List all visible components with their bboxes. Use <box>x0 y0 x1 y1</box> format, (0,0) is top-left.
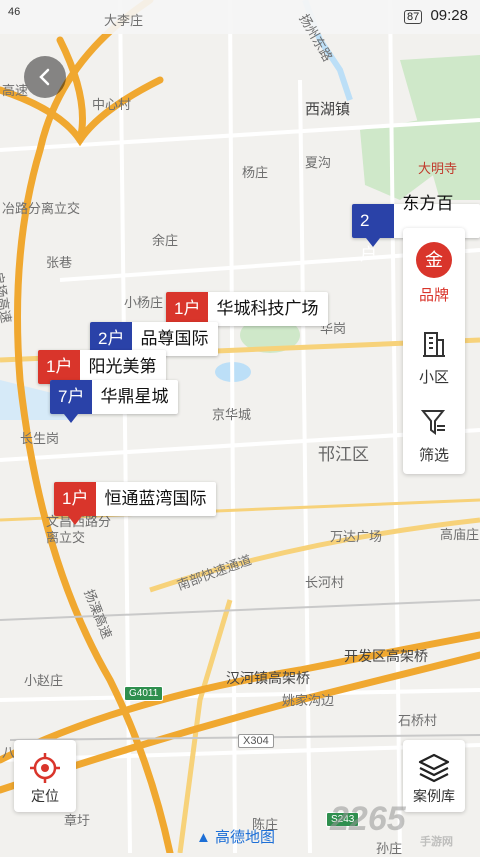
marker-count: 1户 <box>166 292 209 335</box>
marker-count: 7户 <box>50 380 93 423</box>
community-label: 小区 <box>418 369 449 386</box>
marker-count: 1户 <box>54 482 97 525</box>
road-tag: X304 <box>238 734 274 748</box>
map-label: 西湖镇 <box>305 101 351 118</box>
back-button[interactable] <box>24 56 66 98</box>
map-label: 大明寺 <box>418 161 458 176</box>
status-right: 87 09:28 <box>404 7 468 24</box>
community-marker[interactable]: 1户 恒通蓝湾国际 <box>54 482 217 525</box>
gold-brand-icon: 金 <box>416 242 452 278</box>
map-label: 小杨庄 <box>124 295 164 310</box>
brand-label: 品牌 <box>418 287 449 304</box>
watermark: 2265 手游网 <box>330 800 453 849</box>
filter-button[interactable]: 筛选 <box>403 408 465 465</box>
map-label: 邗江区 <box>318 445 369 464</box>
map-label: 杨庄 <box>242 165 269 180</box>
community-marker[interactable]: 1户 华城科技广场 <box>166 292 329 335</box>
watermark-sub: 手游网 <box>420 836 453 848</box>
map-label: 汉河镇高架桥 <box>226 670 310 686</box>
clock: 09:28 <box>430 7 468 24</box>
watermark-text: 2265 <box>330 800 406 838</box>
community-button[interactable]: 小区 <box>403 330 465 387</box>
map-label: 余庄 <box>152 233 179 248</box>
brand-button[interactable]: 金 品牌 <box>403 242 465 305</box>
layers-icon <box>418 753 450 783</box>
building-icon <box>423 332 445 357</box>
marker-name: 华鼎星城 <box>100 387 169 406</box>
navigation-arrow-icon: ▲ <box>196 829 211 846</box>
map-label: 高庙庄 <box>440 527 480 542</box>
map-label: 夏沟 <box>305 155 332 170</box>
marker-name: 恒通蓝湾国际 <box>104 489 207 508</box>
map-label: 京华城 <box>212 407 252 422</box>
filter-label: 筛选 <box>418 447 449 464</box>
battery-icon: 87 <box>404 10 423 24</box>
map-label: 冶路分离立交 <box>2 201 81 216</box>
road-shield: G4011 <box>124 686 164 701</box>
map-label: 长生岗 <box>20 431 60 446</box>
map-label: 高速 <box>2 83 29 98</box>
funnel-icon <box>421 410 446 435</box>
community-marker[interactable]: 7户 华鼎星城 <box>50 380 179 423</box>
locate-button[interactable]: 定位 <box>14 740 76 812</box>
marker-name: 阳光美第 <box>88 357 157 376</box>
map-label: 大李庄 <box>104 13 144 28</box>
map-label: 石桥村 <box>398 713 438 728</box>
locate-label: 定位 <box>31 788 59 804</box>
map-label: 章圩 <box>64 813 91 828</box>
filter-panel: 金 品牌 小区 筛选 <box>403 228 465 474</box>
map-label: 长河村 <box>305 575 345 590</box>
map-label: 姚家沟边 <box>282 693 335 708</box>
crosshair-icon <box>30 753 60 783</box>
map-label: 张巷 <box>46 255 73 270</box>
marker-count: 2户 <box>352 204 395 264</box>
amap-logo: ▲ 高德地图 <box>196 826 275 847</box>
signal-indicator: 46 <box>8 6 21 18</box>
marker-name: 华城科技广场 <box>216 299 319 318</box>
map-label: 中心村 <box>92 97 132 112</box>
map-label: 万达广场 <box>330 529 383 544</box>
map-label: 开发区高架桥 <box>344 648 428 664</box>
marker-count: 1户 <box>38 350 81 393</box>
community-marker[interactable]: 1户 阳光美第 <box>38 350 167 393</box>
map-label: 小赵庄 <box>24 673 64 688</box>
amap-label: 高德地图 <box>215 829 276 846</box>
status-bar: 46 87 09:28 <box>0 0 480 34</box>
chevron-left-icon <box>39 68 50 86</box>
